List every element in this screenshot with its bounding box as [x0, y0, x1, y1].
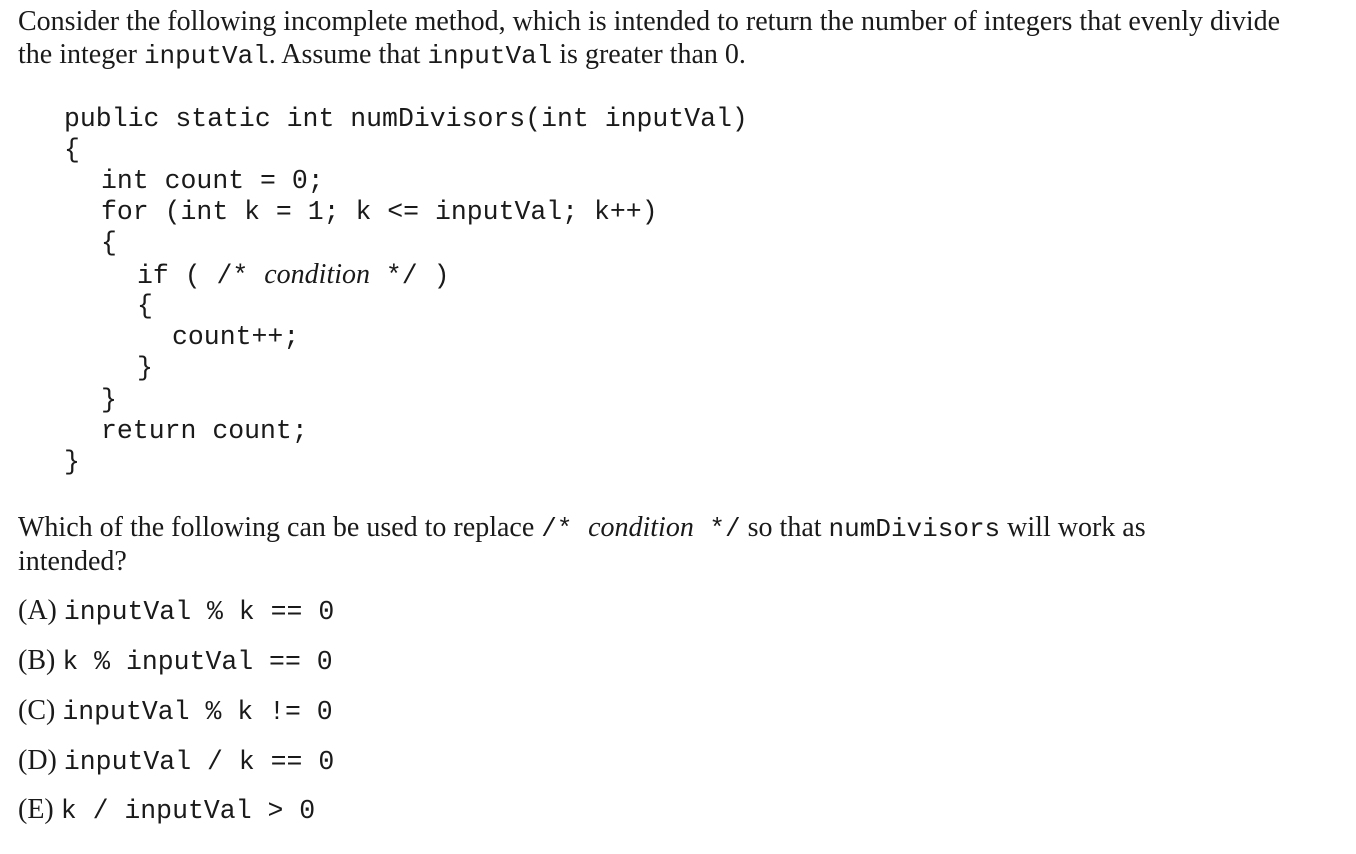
intro-text-1: Consider the following incomplete method… [18, 6, 1281, 37]
code-line-if-close-brace: } [137, 353, 153, 384]
code-text: { [137, 291, 153, 321]
intro-text-2a: the integer [18, 39, 144, 70]
code-line-close-brace: } [64, 447, 80, 478]
code-text: if ( /* [137, 261, 265, 291]
choice-code: k / inputVal > 0 [60, 796, 316, 826]
code-line-open-brace: { [64, 135, 80, 166]
code-line-signature: public static int numDivisors(int inputV… [64, 104, 748, 135]
code-text: } [64, 447, 80, 477]
code-text: count++; [172, 322, 300, 352]
choice-code: inputVal % k != 0 [62, 697, 333, 727]
question-page: Consider the following incomplete method… [0, 0, 1356, 854]
code-text: return count; [101, 416, 308, 446]
code-line-if-open-brace: { [137, 291, 153, 322]
question-line-2: intended? [18, 545, 127, 579]
code-text: int count = 0; [101, 166, 324, 196]
choice-label: (D) [18, 745, 64, 776]
code-text: { [64, 135, 80, 165]
code-text: } [137, 353, 153, 383]
code-text: { [101, 228, 117, 258]
code-line-for-close-brace: } [101, 385, 117, 416]
question-text: Which of the following can be used to re… [18, 512, 542, 543]
intro-text-2b: . Assume that [268, 39, 428, 70]
choice-label: (B) [18, 645, 63, 676]
choice-a[interactable]: (A) inputVal % k == 0 [18, 594, 334, 629]
question-line-1: Which of the following can be used to re… [18, 511, 1146, 546]
intro-line-1: Consider the following incomplete method… [18, 5, 1280, 38]
question-text: intended? [18, 546, 127, 577]
choice-label: (E) [18, 794, 61, 825]
question-condition: condition [588, 512, 694, 543]
intro-text-2c: is greater than 0. [552, 39, 746, 70]
code-line-for-open-brace: { [101, 228, 117, 259]
code-line-return: return count; [101, 416, 308, 447]
condition-placeholder: condition [264, 259, 370, 290]
question-text: so that [740, 512, 829, 543]
code-line-for: for (int k = 1; k <= inputVal; k++) [101, 197, 658, 228]
code-text: */ ) [370, 261, 450, 291]
choice-e[interactable]: (E) k / inputVal > 0 [18, 793, 315, 828]
choice-c[interactable]: (C) inputVal % k != 0 [18, 694, 333, 729]
code-text: } [101, 385, 117, 415]
intro-code-inputval-2: inputVal [427, 41, 553, 71]
choice-d[interactable]: (D) inputVal / k == 0 [18, 744, 334, 779]
choice-b[interactable]: (B) k % inputVal == 0 [18, 644, 333, 679]
intro-code-inputval-1: inputVal [143, 41, 269, 71]
code-line-increment: count++; [172, 322, 299, 353]
code-line-count-decl: int count = 0; [101, 166, 324, 197]
choice-code: inputVal / k == 0 [63, 747, 335, 777]
choice-code: inputVal % k == 0 [63, 597, 335, 627]
code-text: public static int numDivisors(int inputV… [64, 104, 748, 134]
choice-code: k % inputVal == 0 [62, 647, 333, 677]
question-code-close: */ [693, 514, 741, 544]
question-code-open: /* [541, 514, 589, 544]
question-text: will work as [1000, 512, 1146, 543]
choice-label: (C) [18, 695, 63, 726]
code-text: for (int k = 1; k <= inputVal; k++) [101, 197, 658, 227]
code-line-if: if ( /* condition */ ) [137, 259, 450, 292]
question-method-name: numDivisors [828, 514, 1001, 544]
intro-line-2: the integer inputVal. Assume that inputV… [18, 38, 746, 73]
choice-label: (A) [18, 595, 64, 626]
